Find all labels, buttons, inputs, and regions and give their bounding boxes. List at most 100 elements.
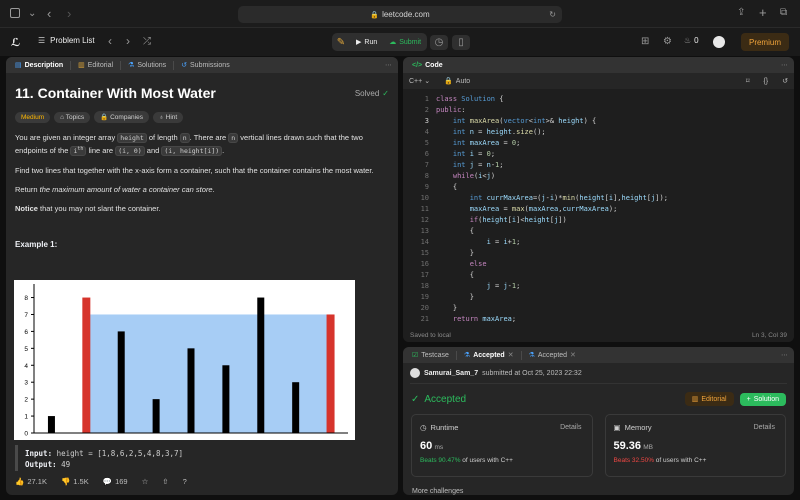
- reload-icon[interactable]: ↻: [549, 10, 556, 19]
- description-tabs: ▤ Description ▥ Editorial ⚗ Solutions ↺ Subm…: [6, 57, 398, 73]
- tab-editorial[interactable]: ▥ Editorial: [75, 61, 116, 70]
- more-icon[interactable]: ⋯: [781, 351, 788, 359]
- bookmark-icon[interactable]: ⌑: [746, 77, 750, 85]
- share-icon[interactable]: ⇪: [737, 7, 745, 18]
- tab-accepted[interactable]: ⚗ Accepted ✕: [526, 351, 579, 360]
- problem-list-label: Problem List: [50, 36, 95, 45]
- line-number: 18: [420, 282, 429, 290]
- close-icon[interactable]: ✕: [508, 351, 514, 359]
- run-button[interactable]: ▶ Run: [350, 38, 383, 47]
- example-io: Input: height = [1,8,6,2,5,4,8,3,7] Outp…: [25, 448, 183, 470]
- memory-card[interactable]: ▣ Memory Details 59.36 MB Beats 32.50% of…: [604, 414, 786, 477]
- line-number: 14: [420, 238, 429, 246]
- prev-problem-icon[interactable]: ‹: [108, 34, 112, 48]
- notes-icon[interactable]: ▯: [452, 35, 470, 50]
- hint-button[interactable]: ♁ Hint: [152, 111, 184, 123]
- code-editor[interactable]: 1 2 3 4 5 6 7 8 9 10 11 12 13 14 15 16 17 18 19 20 21 class …: [403, 89, 794, 327]
- divider: [70, 60, 72, 70]
- premium-button[interactable]: Premium: [741, 33, 789, 51]
- leetcode-logo-icon[interactable]: ℒ: [11, 36, 20, 49]
- companies-button[interactable]: 🔒 Companies: [94, 111, 149, 123]
- quote-bar: [15, 445, 18, 471]
- more-icon[interactable]: ⋯: [385, 61, 392, 69]
- bulb-icon: ♁: [158, 113, 166, 121]
- line-number: 7: [424, 161, 429, 169]
- line-number: 16: [420, 260, 429, 268]
- tab-testcase[interactable]: ☑ Testcase: [409, 351, 452, 360]
- close-icon[interactable]: ✕: [570, 351, 576, 359]
- list-icon: ☰: [38, 36, 46, 45]
- editorial-button[interactable]: ▥ Editorial: [684, 392, 734, 406]
- more-icon[interactable]: ⋯: [781, 61, 788, 69]
- difficulty-badge: Medium: [15, 111, 51, 123]
- address-bar[interactable]: 🔒 leetcode.com ↻: [238, 6, 562, 23]
- tab-code[interactable]: </> Code: [409, 62, 446, 69]
- y-tick-label: 5: [24, 346, 28, 353]
- new-tab-icon[interactable]: +: [759, 5, 767, 20]
- line-number: 17: [420, 271, 429, 279]
- details-link[interactable]: Details: [754, 424, 775, 431]
- layout-icon[interactable]: ⊞: [641, 36, 649, 47]
- tab-solutions[interactable]: ⚗ Solutions: [125, 61, 169, 70]
- details-link[interactable]: Details: [560, 424, 581, 431]
- username[interactable]: Samurai_Sam_7: [424, 370, 478, 377]
- avatar[interactable]: [713, 36, 725, 48]
- runtime-card[interactable]: ◷ Runtime Details 60 ms Beats 90.47% of u…: [411, 414, 593, 477]
- memory-tail: of users with C++: [653, 457, 707, 464]
- example-chart: 0 1 2 3 4 5 6 7 8: [14, 280, 355, 440]
- y-tick-label: 1: [24, 414, 28, 421]
- chart-bar: [117, 331, 125, 433]
- code-panel: </> Code ⋯ C++ ⌄ 🔒 Auto ⌑ {} ↺ 1 2 3 4 5 6 7 8 9 10…: [403, 57, 794, 342]
- user-avatar[interactable]: [410, 368, 420, 378]
- submit-button[interactable]: ☁ Submit: [383, 38, 427, 47]
- url-text: leetcode.com: [382, 10, 430, 19]
- runtime-value: 60: [420, 440, 433, 452]
- comments-button[interactable]: 💬 169: [103, 477, 128, 486]
- language-select[interactable]: C++ ⌄: [409, 77, 430, 85]
- language-value: C++: [409, 78, 423, 85]
- problem-list-button[interactable]: ☰ Problem List: [38, 36, 95, 45]
- braces-icon[interactable]: {}: [763, 78, 768, 85]
- browser-toolbar: ⌄ ‹ › 🔒 leetcode.com ↻ ⇪ + ⧉: [0, 0, 800, 28]
- tab-description[interactable]: ▤ Description: [12, 61, 66, 70]
- example-heading: Example 1:: [15, 240, 58, 250]
- tab-code-label: Code: [425, 61, 443, 69]
- tab-accepted-active[interactable]: ⚗ Accepted ✕: [461, 351, 517, 360]
- runtime-beats: Beats 90.47%: [420, 457, 461, 464]
- chart-bar: [326, 314, 335, 433]
- forward-icon[interactable]: ›: [67, 6, 71, 21]
- tabs-overview-icon[interactable]: ⧉: [780, 7, 787, 18]
- chevron-down-icon[interactable]: ⌄: [28, 8, 36, 19]
- next-problem-icon[interactable]: ›: [126, 34, 130, 48]
- memory-label: Memory: [624, 423, 652, 432]
- topics-button[interactable]: ⌂ Topics: [54, 111, 91, 123]
- fire-icon: ♨: [684, 36, 692, 45]
- streak-counter[interactable]: ♨ 0: [684, 36, 699, 45]
- dislikes-count: 1.5K: [73, 477, 89, 486]
- upload-icon: ☁: [389, 39, 397, 46]
- problem-paragraph: Return the maximum amount of water a con…: [15, 185, 215, 195]
- settings-icon[interactable]: ⚙: [663, 36, 672, 47]
- star-icon[interactable]: ☆: [142, 477, 149, 486]
- like-button[interactable]: 👍 27.1K: [15, 477, 47, 486]
- dislike-button[interactable]: 👎 1.5K: [61, 477, 89, 486]
- line-number: 8: [424, 172, 429, 180]
- tab-submissions[interactable]: ↺ Submissions: [178, 61, 233, 70]
- history-icon: ↺: [181, 62, 188, 69]
- shuffle-icon[interactable]: ⤮: [143, 36, 151, 47]
- sidebar-toggle-icon[interactable]: [10, 8, 20, 18]
- debug-icon[interactable]: ✎: [332, 37, 350, 48]
- y-tick-label: 8: [24, 295, 28, 302]
- more-challenges-link[interactable]: More challenges: [412, 488, 463, 495]
- help-icon[interactable]: ?: [183, 477, 187, 486]
- reset-icon[interactable]: ↺: [782, 77, 788, 85]
- share-icon[interactable]: ⇧: [162, 477, 168, 486]
- streak-value: 0: [694, 36, 699, 45]
- flask-icon: ⚗: [463, 352, 471, 359]
- auto-mode[interactable]: 🔒 Auto: [444, 77, 470, 86]
- solution-button[interactable]: + Solution: [739, 392, 786, 406]
- timer-icon[interactable]: ◷: [430, 35, 448, 50]
- line-gutter: 1 2 3 4 5 6 7 8 9 10 11 12 13 14 15 16 17 18 19 20 21: [403, 94, 429, 325]
- back-icon[interactable]: ‹: [47, 6, 51, 21]
- page-title: 11. Container With Most Water: [15, 85, 216, 101]
